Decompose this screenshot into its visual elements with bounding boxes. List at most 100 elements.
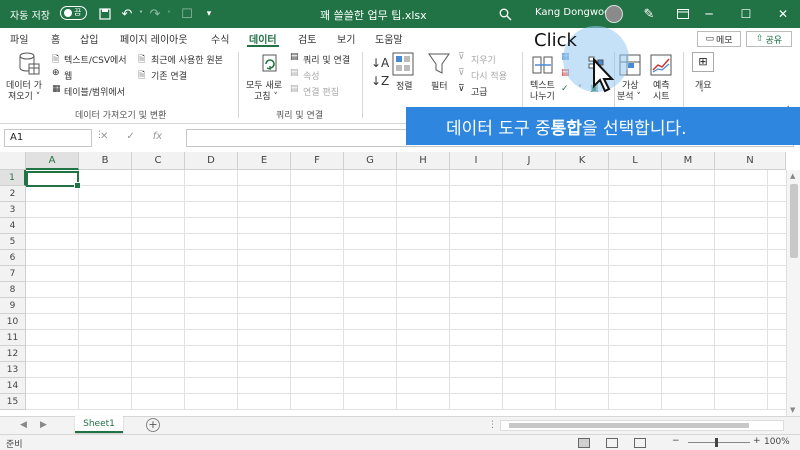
scroll-down-icon[interactable]: ▼	[790, 406, 795, 414]
column-header-k[interactable]: K	[556, 152, 609, 170]
tab-help[interactable]: 도움말	[375, 31, 403, 46]
row-header-11[interactable]: 11	[0, 330, 26, 346]
filter-icon[interactable]	[428, 52, 450, 79]
cancel-icon[interactable]: ✕	[100, 131, 108, 142]
edit-links-button[interactable]: 연결 편집	[303, 85, 339, 98]
column-header-d[interactable]: D	[185, 152, 238, 170]
sort-button[interactable]: 정렬	[396, 79, 413, 92]
row-header-4[interactable]: 4	[0, 218, 26, 234]
page-break-view-icon[interactable]	[634, 438, 646, 448]
recent-sources-button[interactable]: 최근에 사용한 원본	[151, 53, 223, 66]
row-header-15[interactable]: 15	[0, 394, 26, 410]
tab-splitter-icon[interactable]: ⋮	[488, 420, 497, 430]
cell-area[interactable]	[26, 170, 786, 410]
sort-desc-icon[interactable]: ↓Z	[371, 74, 389, 88]
insert-function-icon[interactable]: fx	[153, 131, 162, 142]
text-to-columns-icon[interactable]	[532, 54, 554, 79]
search-icon[interactable]	[496, 5, 514, 23]
zoom-slider[interactable]	[688, 438, 750, 447]
column-header-j[interactable]: J	[503, 152, 556, 170]
column-header-m[interactable]: M	[662, 152, 715, 170]
text-to-columns-label-2[interactable]: 나누기	[530, 89, 555, 102]
column-header-a[interactable]: A	[26, 152, 79, 170]
sort-icon[interactable]	[392, 52, 414, 79]
forecast-sheet-label-2[interactable]: 시트	[653, 89, 670, 102]
tab-view[interactable]: 보기	[337, 31, 355, 46]
select-all-corner[interactable]	[0, 152, 26, 170]
clear-button[interactable]: 지우기	[471, 53, 496, 66]
what-if-label-2[interactable]: 분석 ˅	[617, 89, 641, 102]
add-sheet-icon[interactable]: +	[146, 418, 160, 432]
row-header-6[interactable]: 6	[0, 250, 26, 266]
horizontal-scrollbar[interactable]	[500, 420, 784, 431]
outline-icon[interactable]: ⊞	[692, 52, 714, 72]
close-button[interactable]: ✕	[764, 0, 800, 28]
row-header-9[interactable]: 9	[0, 298, 26, 314]
tab-file[interactable]: 파일	[10, 31, 28, 46]
column-header-i[interactable]: I	[450, 152, 503, 170]
selected-cell[interactable]	[26, 171, 81, 189]
pen-icon[interactable]: ✎	[640, 5, 658, 23]
get-data-label-2[interactable]: 져오기 ˅	[8, 89, 40, 102]
name-box[interactable]: A1	[4, 129, 92, 147]
page-layout-view-icon[interactable]	[606, 438, 618, 448]
tab-home[interactable]: 홈	[51, 31, 60, 46]
sort-asc-icon[interactable]: ↓A	[371, 56, 389, 70]
row-header-3[interactable]: 3	[0, 202, 26, 218]
from-web-button[interactable]: 웹	[64, 69, 72, 82]
row-header-5[interactable]: 5	[0, 234, 26, 250]
column-header-b[interactable]: B	[79, 152, 132, 170]
tab-insert[interactable]: 삽입	[80, 31, 98, 46]
row-header-12[interactable]: 12	[0, 346, 26, 362]
row-header-10[interactable]: 10	[0, 314, 26, 330]
refresh-all-icon[interactable]	[258, 52, 280, 77]
vertical-scrollbar[interactable]: ▲ ▼	[786, 170, 800, 416]
filter-button[interactable]: 필터	[431, 79, 448, 92]
existing-connections-button[interactable]: 기존 연결	[151, 69, 187, 82]
row-header-1[interactable]: 1	[0, 170, 26, 186]
row-header-2[interactable]: 2	[0, 186, 26, 202]
tab-data[interactable]: 데이터	[247, 31, 279, 47]
column-header-n[interactable]: N	[715, 152, 786, 170]
row-header-7[interactable]: 7	[0, 266, 26, 282]
column-header-l[interactable]: L	[609, 152, 662, 170]
sheet-tab[interactable]: Sheet1	[75, 416, 123, 433]
share-button[interactable]: ⇧ 공유	[746, 31, 792, 47]
maximize-button[interactable]: ☐	[727, 0, 765, 28]
scroll-up-icon[interactable]: ▲	[790, 172, 795, 180]
column-header-h[interactable]: H	[397, 152, 450, 170]
row-header-8[interactable]: 8	[0, 282, 26, 298]
customize-qat-icon[interactable]: ▾	[200, 5, 218, 23]
row-header-13[interactable]: 13	[0, 362, 26, 378]
autosave-toggle[interactable]: 끔	[60, 6, 87, 20]
from-table-range-button[interactable]: 테이블/범위에서	[64, 85, 125, 98]
horizontal-scroll-thumb[interactable]	[509, 423, 749, 428]
save-icon[interactable]	[96, 5, 114, 23]
tab-formulas[interactable]: 수식	[211, 31, 229, 46]
from-text-csv-button[interactable]: 텍스트/CSV에서	[64, 53, 127, 66]
redo-dropdown-icon[interactable]: ˅	[160, 5, 178, 23]
forecast-sheet-icon[interactable]	[650, 54, 672, 79]
zoom-slider-thumb[interactable]	[715, 438, 718, 447]
avatar[interactable]	[605, 5, 623, 23]
tab-page-layout[interactable]: 페이지 레이아웃	[120, 31, 188, 46]
column-header-c[interactable]: C	[132, 152, 185, 170]
zoom-in-icon[interactable]: +	[753, 436, 761, 446]
column-header-g[interactable]: G	[344, 152, 397, 170]
minimize-button[interactable]: ─	[690, 0, 728, 28]
tab-review[interactable]: 검토	[298, 31, 316, 46]
comments-button[interactable]: ▭ 메모	[697, 31, 741, 47]
row-header-14[interactable]: 14	[0, 378, 26, 394]
vertical-scroll-thumb[interactable]	[790, 184, 798, 258]
queries-connections-button[interactable]: 쿼리 및 연결	[303, 53, 350, 66]
normal-view-icon[interactable]	[578, 438, 590, 448]
refresh-all-label-2[interactable]: 고침 ˅	[254, 89, 278, 102]
database-icon[interactable]	[18, 52, 40, 79]
zoom-out-icon[interactable]: −	[672, 436, 680, 446]
column-header-f[interactable]: F	[291, 152, 344, 170]
next-sheet-icon[interactable]: ▶	[40, 420, 47, 430]
outline-dropdown-icon[interactable]: ˅	[700, 89, 704, 98]
reapply-button[interactable]: 다시 적용	[471, 69, 507, 82]
column-header-e[interactable]: E	[238, 152, 291, 170]
properties-button[interactable]: 속성	[303, 69, 320, 82]
